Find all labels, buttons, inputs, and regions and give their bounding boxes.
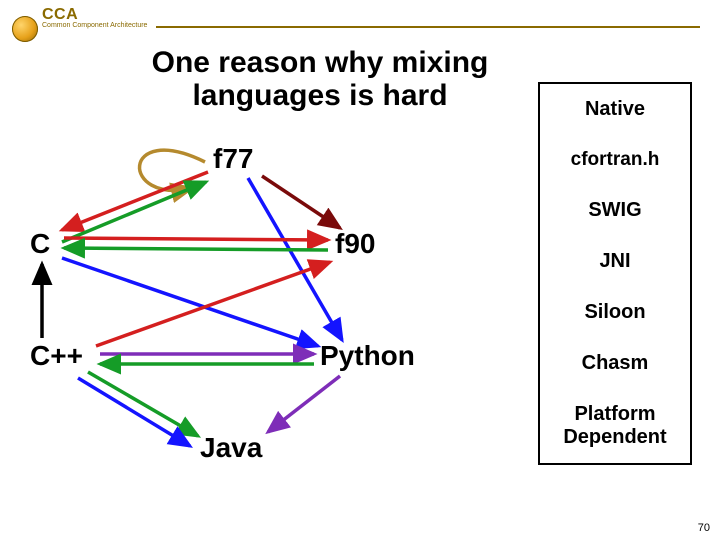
node-c: C [30,228,50,260]
arrow-cpp-java-b [78,378,190,446]
node-python: Python [320,340,415,372]
arrow-f90-c [64,248,328,250]
arrow-cpp-f90 [96,262,330,346]
sidebar-chasm: Chasm [540,338,690,389]
cca-logo-icon [12,16,38,42]
sidebar-siloon: Siloon [540,287,690,338]
sidebar-native: Native [540,84,690,135]
sidebar-platform-l2: Dependent [563,426,666,448]
arrow-c-python [62,258,318,346]
node-cpp: C++ [30,340,83,372]
arrow-f77-f90 [262,176,340,228]
arrow-c-f90-r [64,238,328,240]
arrow-c-f77 [62,182,206,242]
arrow-f77-c [62,172,208,230]
arrow-python-java [268,376,340,432]
sidebar-platform-l1: Platform [574,403,655,425]
node-java: Java [200,432,262,464]
cca-subtitle: Common Component Architecture [42,22,147,29]
arrow-f77-python [248,178,342,340]
tools-sidebar: Native cfortran.h SWIG JNI Siloon Chasm … [538,82,692,465]
header-rule [156,26,700,28]
arrow-cpp-java-g [88,372,198,436]
title-line-2: languages is hard [192,79,447,112]
node-f90: f90 [335,228,375,260]
sidebar-swig: SWIG [540,185,690,236]
arrow-f77-loop [140,150,205,190]
node-f77: f77 [213,143,253,175]
sidebar-cfortran: cfortran.h [540,135,690,185]
slide-title: One reason why mixing languages is hard [120,46,520,112]
sidebar-platform: Platform Dependent [540,389,690,463]
sidebar-jni: JNI [540,236,690,287]
header-bar: CCA Common Component Architecture [6,6,710,30]
title-line-1: One reason why mixing [152,46,489,79]
page-number: 70 [698,522,710,534]
